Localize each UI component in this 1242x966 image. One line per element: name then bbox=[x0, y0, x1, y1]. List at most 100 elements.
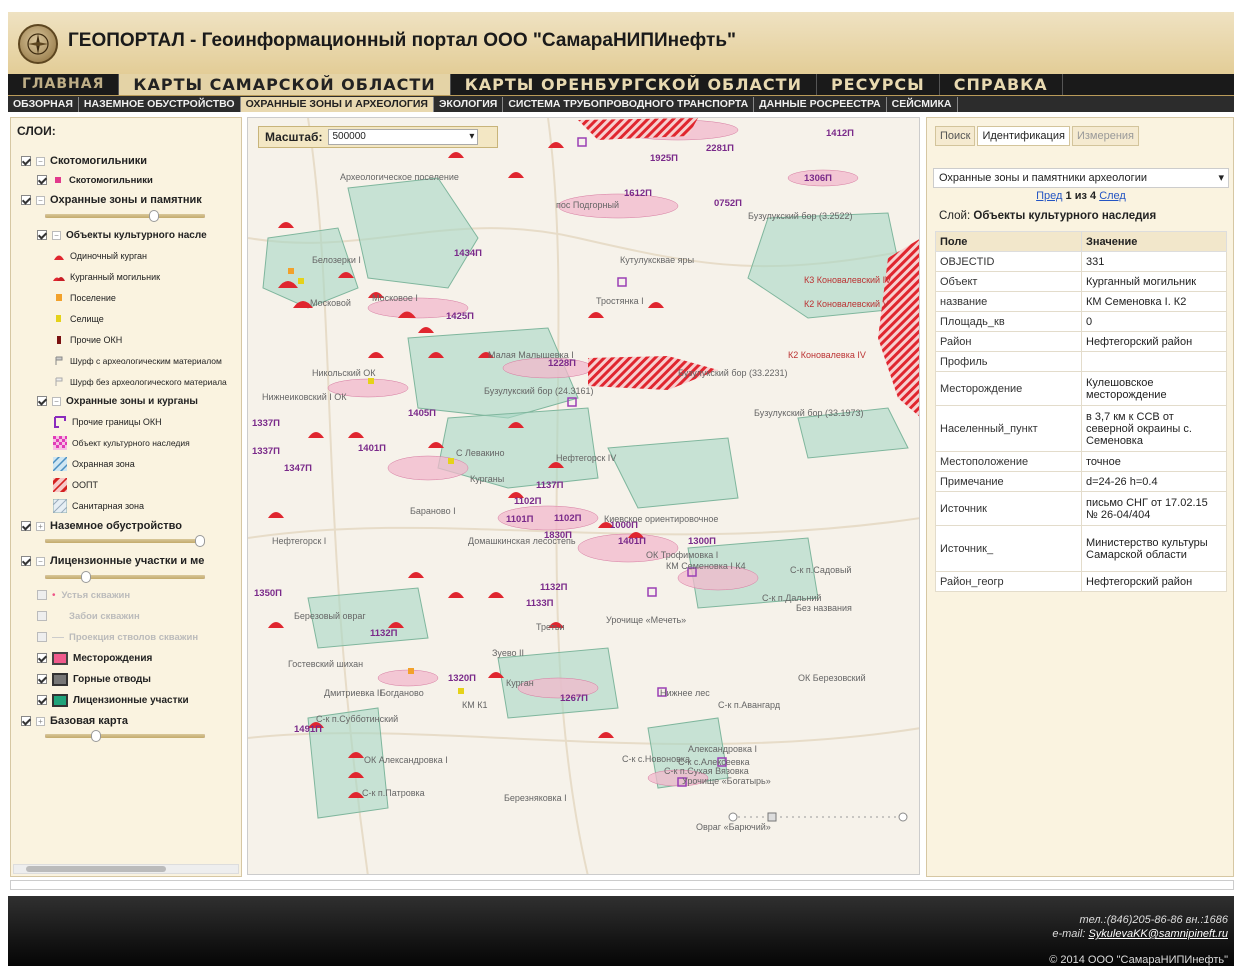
layer-protection-zones-group[interactable]: − Охранные зоны и памятник bbox=[21, 192, 202, 208]
map-label-place[interactable]: С-к п.Субботинский bbox=[316, 714, 398, 724]
map-label-place[interactable]: С-к п.Авангард bbox=[718, 700, 780, 710]
nav-main-orenburg-maps[interactable]: КАРТЫ ОРЕНБУРГСКОЙ ОБЛАСТИ bbox=[451, 74, 817, 95]
layer-mining-allotments[interactable]: Горные отводы bbox=[37, 671, 151, 687]
collapse-icon[interactable]: − bbox=[36, 556, 45, 566]
nav-sub-protection-zones[interactable]: ОХРАННЫЕ ЗОНЫ И АРХЕОЛОГИЯ bbox=[240, 96, 434, 112]
expand-icon[interactable]: + bbox=[36, 716, 45, 726]
nav-main-help[interactable]: СПРАВКА bbox=[940, 74, 1063, 95]
map-label-oopt[interactable]: К2 Коновалевский V bbox=[804, 299, 889, 309]
map-label-place[interactable]: С Левакино bbox=[456, 448, 505, 458]
nav-sub-ecology[interactable]: ЭКОЛОГИЯ bbox=[434, 96, 504, 112]
map-label-number[interactable]: 1137П bbox=[536, 480, 563, 491]
layer-fields[interactable]: Месторождения bbox=[37, 650, 152, 666]
map-label-place[interactable]: Гостевский шихан bbox=[288, 659, 363, 669]
layer-checkbox[interactable] bbox=[37, 396, 47, 406]
map-label-number[interactable]: 1401П bbox=[358, 443, 386, 454]
map-label-number[interactable]: 1405П bbox=[408, 408, 436, 419]
map-label-place[interactable]: Александровка I bbox=[688, 744, 757, 754]
map-label-place[interactable]: Киевское ориентировочное bbox=[604, 514, 718, 524]
map-label-oopt[interactable]: К2 Коновалевка IV bbox=[788, 350, 866, 360]
map-view[interactable]: Масштаб: 500000 1412П 1925П 2281П 1306П 0752… bbox=[247, 117, 920, 875]
map-label-place[interactable]: Березовый овраг bbox=[294, 611, 366, 621]
map-label-number[interactable]: 1102П bbox=[514, 496, 541, 507]
map-label-place[interactable]: Нефтегорск IV bbox=[556, 453, 616, 463]
map-label-place[interactable]: Бараново I bbox=[410, 506, 456, 516]
map-label-place[interactable]: Дмитриевка II bbox=[324, 688, 382, 698]
map-label-number[interactable]: 1337П bbox=[252, 418, 280, 429]
layer-zones-kurgans-group[interactable]: − Охранные зоны и курганы bbox=[37, 393, 198, 409]
map-label-place[interactable]: С-к п.Патровка bbox=[362, 788, 425, 798]
map-label-number[interactable]: 1434П bbox=[454, 248, 482, 259]
layer-surface-facilities[interactable]: + Наземное обустройство bbox=[21, 518, 182, 534]
nav-main-resources[interactable]: РЕСУРСЫ bbox=[817, 74, 940, 95]
expand-icon[interactable]: + bbox=[36, 521, 45, 531]
map-label-number[interactable]: 1101П bbox=[506, 514, 533, 525]
scrollbar-thumb[interactable] bbox=[26, 866, 166, 872]
layer-checkbox[interactable] bbox=[21, 716, 31, 726]
map-label-number[interactable]: 1102П bbox=[554, 513, 581, 524]
map-label-number[interactable]: 1347П bbox=[284, 463, 312, 474]
map-label-place[interactable]: ОК Александровка I bbox=[364, 755, 448, 765]
map-label-place[interactable]: КМ К1 bbox=[462, 700, 488, 710]
tab-measure[interactable]: Измерения bbox=[1071, 126, 1139, 146]
map-label-number[interactable]: 1306П bbox=[804, 173, 832, 184]
map-label-number[interactable]: 1132П bbox=[540, 582, 567, 593]
map-label-place[interactable]: Кутулуксквае яры bbox=[620, 255, 694, 265]
layer-cattle-burial[interactable]: Скотомогильники bbox=[37, 172, 153, 188]
map-label-number[interactable]: 1925П bbox=[650, 153, 678, 164]
layer-checkbox[interactable] bbox=[37, 674, 47, 684]
map-label-place[interactable]: Бузулукский бор (3.2522) bbox=[748, 211, 853, 221]
map-label-number[interactable]: 1350П bbox=[254, 588, 282, 599]
map-label-number[interactable]: 1401П bbox=[618, 536, 646, 547]
tab-search[interactable]: Поиск bbox=[935, 126, 976, 146]
map-label-place[interactable]: Урочище «Богатырь» bbox=[682, 776, 771, 786]
collapse-icon[interactable]: − bbox=[36, 195, 45, 205]
layer-checkbox[interactable] bbox=[37, 230, 47, 240]
map-label-number[interactable]: 1132П bbox=[370, 628, 397, 639]
map-label-place[interactable]: Московой bbox=[310, 298, 351, 308]
map-label-place[interactable]: ОК Березовский bbox=[798, 673, 866, 683]
layer-licenses-group[interactable]: − Лицензионные участки и ме bbox=[21, 553, 204, 569]
collapse-icon[interactable]: − bbox=[52, 230, 61, 240]
layer-base-map[interactable]: + Базовая карта bbox=[21, 713, 128, 729]
map-label-place[interactable]: С-к п.Сухая Вязовка bbox=[664, 766, 749, 776]
map-label-number[interactable]: 1300П bbox=[688, 536, 716, 547]
map-label-number[interactable]: 1491П bbox=[294, 724, 322, 735]
map-label-place[interactable]: Без названия bbox=[796, 603, 852, 613]
footer-email-link[interactable]: SykulevaKK@samnipineft.ru bbox=[1088, 928, 1228, 940]
map-label-place[interactable]: Урочище «Мечеть» bbox=[606, 615, 686, 625]
map-label-place[interactable]: КМ Семеновка I К4 bbox=[666, 561, 746, 571]
layer-checkbox[interactable] bbox=[21, 521, 31, 531]
nav-sub-surface-facilities[interactable]: НАЗЕМНОЕ ОБУСТРОЙСТВО bbox=[79, 96, 241, 112]
map-label-place[interactable]: С-к п.Садовый bbox=[790, 565, 851, 575]
layer-checkbox[interactable] bbox=[21, 156, 31, 166]
collapse-icon[interactable]: − bbox=[36, 156, 45, 166]
layer-checkbox[interactable] bbox=[37, 175, 47, 185]
map-label-place[interactable]: С-к п.Дальний bbox=[762, 593, 821, 603]
scale-select[interactable]: 500000 bbox=[328, 129, 479, 145]
map-label-place[interactable]: Третьи bbox=[536, 622, 565, 632]
map-label-place[interactable]: Бузулукский бор (33.2231) bbox=[678, 368, 788, 378]
map-label-place[interactable]: Малая Малышевка I bbox=[488, 350, 574, 360]
layer-checkbox[interactable] bbox=[21, 195, 31, 205]
map-label-place[interactable]: Курган bbox=[506, 678, 534, 688]
map-label-place[interactable]: Нижнеиковский I ОК bbox=[262, 392, 347, 402]
map-label-place[interactable]: пос Подгорный bbox=[556, 200, 619, 210]
layer-cultural-heritage-group[interactable]: − Объекты культурного насле bbox=[37, 227, 207, 243]
map-label-place[interactable]: Богданово bbox=[380, 688, 424, 698]
map-canvas[interactable] bbox=[248, 118, 920, 875]
map-label-number[interactable]: 0752П bbox=[714, 198, 742, 209]
map-label-place[interactable]: Тростянка I bbox=[596, 296, 644, 306]
map-label-number[interactable]: 1337П bbox=[252, 446, 280, 457]
opacity-slider[interactable] bbox=[45, 730, 205, 742]
left-panel-scrollbar[interactable] bbox=[13, 864, 239, 874]
nav-main-samara-maps[interactable]: КАРТЫ САМАРСКОЙ ОБЛАСТИ bbox=[119, 74, 451, 95]
layer-checkbox[interactable] bbox=[21, 556, 31, 566]
map-label-place[interactable]: Белозерки I bbox=[312, 255, 361, 265]
layer-cattle-burial-group[interactable]: − Скотомогильники bbox=[21, 153, 147, 169]
map-label-place[interactable]: Московое I bbox=[372, 293, 418, 303]
nav-sub-seismic[interactable]: СЕЙСМИКА bbox=[887, 96, 958, 112]
zoom-slider[interactable] bbox=[728, 812, 908, 822]
map-label-place[interactable]: С-к с.Новоновка bbox=[622, 754, 690, 764]
collapse-icon[interactable]: − bbox=[52, 396, 61, 406]
